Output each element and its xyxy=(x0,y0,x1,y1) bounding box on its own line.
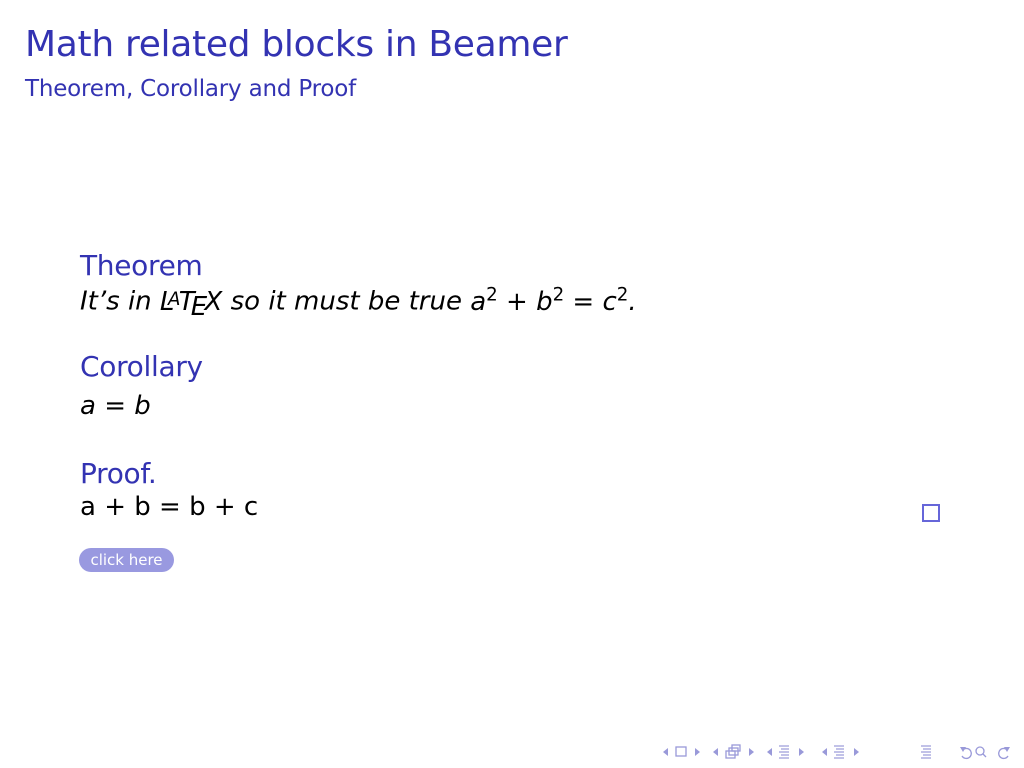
theorem-text-prefix: It’s in xyxy=(80,286,160,317)
frame-title: Math related blocks in Beamer xyxy=(25,24,568,65)
next-section-icon[interactable] xyxy=(799,748,804,756)
next-subsection-icon[interactable] xyxy=(749,748,754,756)
document-icon[interactable] xyxy=(834,745,844,759)
latex-a: A xyxy=(168,289,181,311)
corollary-block: Corollary a = b xyxy=(80,350,203,421)
theorem-block: Theorem It’s in LATEX so it must be true… xyxy=(80,249,637,323)
frame-icon[interactable] xyxy=(675,746,687,757)
theorem-text-middle: so it must be true xyxy=(222,286,471,317)
theorem-title: Theorem xyxy=(80,249,203,282)
qed-square-icon xyxy=(922,504,940,522)
beamer-navigation-bar xyxy=(662,744,1022,760)
theorem-equation: a2 + b2 = c2. xyxy=(470,284,637,317)
proof-body: a + b = b + c xyxy=(80,492,259,522)
corollary-body: a = b xyxy=(80,391,151,421)
latex-logo: LATEX xyxy=(160,286,223,323)
click-here-button[interactable]: click here xyxy=(79,548,174,572)
next-frame-icon[interactable] xyxy=(695,748,700,756)
proof-block: Proof. a + b = b + c xyxy=(80,457,258,522)
latex-x: X xyxy=(204,286,223,317)
subsection-icon[interactable] xyxy=(725,744,741,759)
frame-subtitle: Theorem, Corollary and Proof xyxy=(25,76,357,102)
section-icon[interactable] xyxy=(779,745,789,759)
navigation-icons xyxy=(663,744,1010,760)
prev-section-icon[interactable] xyxy=(767,748,772,756)
proof-title: Proof. xyxy=(80,457,157,490)
latex-e: E xyxy=(190,292,208,323)
prev-subsection-icon[interactable] xyxy=(713,748,718,756)
search-icon[interactable] xyxy=(975,746,987,758)
theorem-body: It’s in LATEX so it must be true a2 + b2… xyxy=(80,284,637,323)
prev-document-icon[interactable] xyxy=(822,748,827,756)
prev-frame-icon[interactable] xyxy=(663,748,668,756)
next-document-icon[interactable] xyxy=(854,748,859,756)
align-icon[interactable] xyxy=(921,745,931,759)
corollary-title: Corollary xyxy=(80,350,203,383)
